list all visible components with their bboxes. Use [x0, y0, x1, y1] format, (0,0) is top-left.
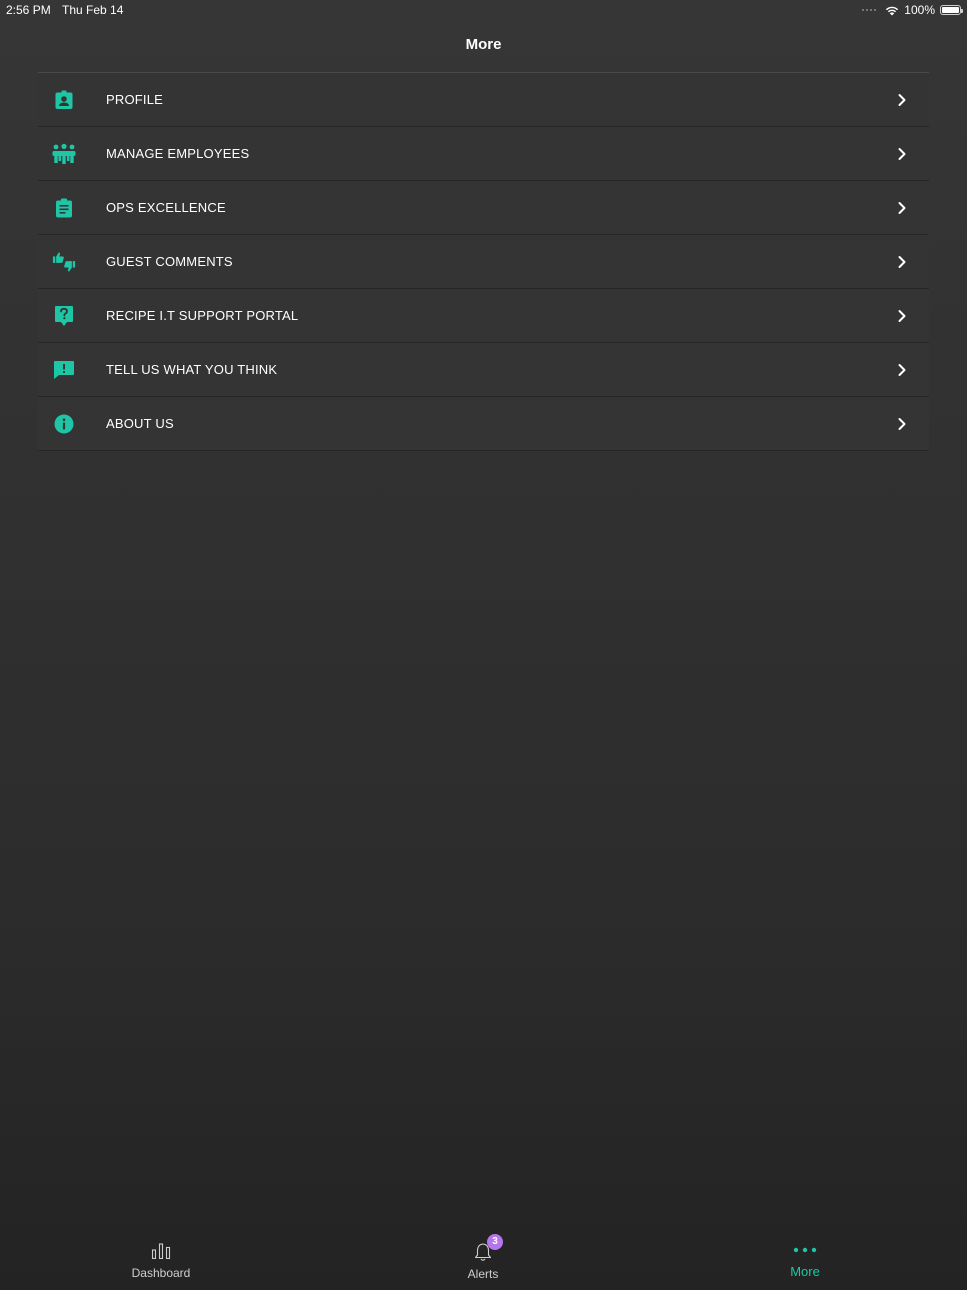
info-icon	[52, 412, 76, 436]
chevron-right-icon	[898, 147, 906, 160]
help-question-icon	[52, 304, 76, 328]
chevron-right-icon	[898, 255, 906, 268]
chevron-right-icon	[898, 93, 906, 106]
status-indicators: 100%	[862, 2, 963, 18]
menu-item-guest-comments[interactable]: GUEST COMMENTS	[38, 235, 929, 289]
menu-item-label: OPS EXCELLENCE	[106, 200, 226, 215]
tab-label-dashboard: Dashboard	[131, 1266, 191, 1280]
chevron-right-icon	[898, 309, 906, 322]
battery-icon	[940, 5, 963, 15]
tab-label-alerts: Alerts	[467, 1267, 499, 1281]
status-time: 2:56 PM	[6, 3, 51, 17]
menu-item-label: MANAGE EMPLOYEES	[106, 146, 250, 161]
bar-chart-icon	[151, 1243, 171, 1259]
tab-bar: Dashboard 3 Alerts More	[0, 1225, 967, 1290]
cellular-signal-icon	[862, 9, 877, 11]
feedback-chat-icon	[52, 358, 76, 382]
menu-item-about-us[interactable]: ABOUT US	[38, 397, 929, 451]
employees-group-icon	[52, 142, 76, 166]
menu-item-label: GUEST COMMENTS	[106, 254, 233, 269]
status-date: Thu Feb 14	[62, 3, 124, 17]
menu-item-profile[interactable]: PROFILE	[38, 73, 929, 127]
chevron-right-icon	[898, 363, 906, 376]
menu-item-manage-employees[interactable]: MANAGE EMPLOYEES	[38, 127, 929, 181]
more-dots-icon	[793, 1247, 817, 1253]
menu-item-label: PROFILE	[106, 92, 164, 107]
wifi-icon	[886, 6, 899, 15]
menu-item-label: RECIPE I.T SUPPORT PORTAL	[106, 308, 299, 323]
menu-item-ops-excellence[interactable]: OPS EXCELLENCE	[38, 181, 929, 235]
page-title: More	[465, 36, 502, 53]
tab-more[interactable]: More	[725, 1225, 885, 1290]
menu-item-label: ABOUT US	[106, 416, 174, 431]
tab-alerts[interactable]: 3 Alerts	[403, 1225, 563, 1290]
menu-item-tell-us-what-you-think[interactable]: TELL US WHAT YOU THINK	[38, 343, 929, 397]
clipboard-icon	[52, 196, 76, 220]
tab-label-more: More	[790, 1264, 820, 1279]
more-menu-list: PROFILE MANAGE EMPLOYEES OPS EXCELLENCE …	[38, 72, 929, 451]
status-bar: 2:56 PM Thu Feb 14 100%	[0, 0, 967, 20]
profile-badge-icon	[52, 88, 76, 112]
battery-percent: 100%	[904, 3, 935, 17]
tab-dashboard[interactable]: Dashboard	[81, 1225, 241, 1290]
thumbs-up-down-icon	[52, 250, 76, 274]
chevron-right-icon	[898, 417, 906, 430]
alerts-badge: 3	[487, 1234, 503, 1250]
menu-item-it-support-portal[interactable]: RECIPE I.T SUPPORT PORTAL	[38, 289, 929, 343]
menu-item-label: TELL US WHAT YOU THINK	[106, 362, 278, 377]
chevron-right-icon	[898, 201, 906, 214]
